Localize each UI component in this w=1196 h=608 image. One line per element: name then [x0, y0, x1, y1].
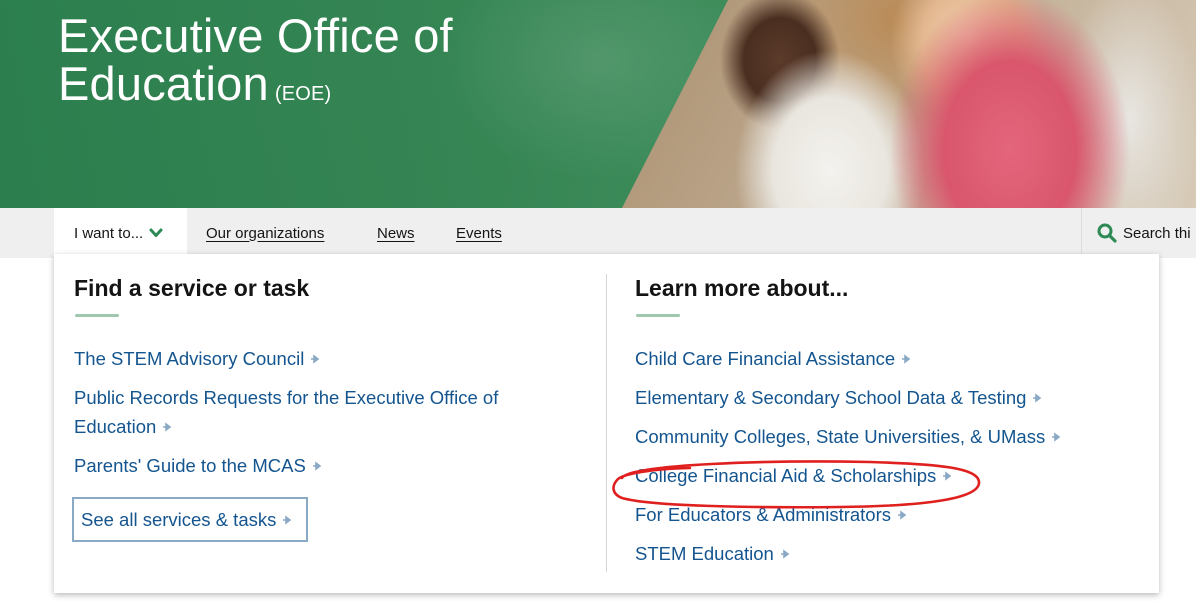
- arrow-right-icon: [1052, 432, 1061, 442]
- link-community-colleges[interactable]: Community Colleges, State Universities, …: [635, 422, 1061, 451]
- link-child-care-financial-assistance[interactable]: Child Care Financial Assistance: [635, 344, 911, 373]
- find-service-heading: Find a service or task: [74, 275, 310, 301]
- search-icon: [1097, 223, 1117, 243]
- arrow-right-icon: [283, 514, 292, 525]
- heading-underline: [75, 314, 119, 317]
- link-parents-guide-mcas[interactable]: Parents' Guide to the MCAS: [74, 451, 322, 480]
- nav-our-organizations[interactable]: Our organizations: [206, 208, 324, 258]
- link-public-records-requests[interactable]: Public Records Requests for the Executiv…: [74, 383, 544, 441]
- link-college-financial-aid[interactable]: College Financial Aid & Scholarships: [635, 461, 952, 490]
- link-educators-administrators[interactable]: For Educators & Administrators: [635, 500, 907, 529]
- nav-news[interactable]: News: [377, 208, 415, 258]
- chevron-down-icon: [149, 228, 163, 237]
- arrow-right-icon: [943, 471, 952, 481]
- learn-more-heading: Learn more about...: [635, 275, 849, 301]
- hero-banner: Executive Office of Education (EOE): [0, 0, 1196, 208]
- heading-underline: [636, 314, 680, 317]
- i-want-to-label: I want to...: [74, 224, 144, 242]
- page-title: Executive Office of Education (EOE): [58, 9, 453, 110]
- link-stem-education[interactable]: STEM Education: [635, 539, 790, 568]
- i-want-to-menu[interactable]: I want to...: [54, 208, 187, 258]
- nav-events[interactable]: Events: [456, 208, 502, 258]
- arrow-right-icon: [1033, 393, 1042, 403]
- search-label: Search thi: [1123, 224, 1191, 242]
- search-button[interactable]: Search thi: [1081, 208, 1196, 258]
- arrow-right-icon: [311, 354, 320, 364]
- arrow-right-icon: [902, 354, 911, 364]
- i-want-to-dropdown: Find a service or task The STEM Advisory…: [54, 254, 1159, 593]
- see-all-services-button[interactable]: See all services & tasks: [72, 497, 308, 542]
- arrow-right-icon: [898, 510, 907, 520]
- title-abbreviation: (EOE): [274, 83, 332, 105]
- arrow-right-icon: [163, 422, 172, 432]
- link-elementary-secondary-data[interactable]: Elementary & Secondary School Data & Tes…: [635, 383, 1042, 412]
- column-divider: [606, 274, 607, 572]
- link-stem-advisory-council[interactable]: The STEM Advisory Council: [74, 344, 320, 373]
- main-nav: I want to... Our organizations News Even…: [0, 208, 1196, 258]
- arrow-right-icon: [780, 549, 790, 559]
- arrow-right-icon: [312, 461, 322, 471]
